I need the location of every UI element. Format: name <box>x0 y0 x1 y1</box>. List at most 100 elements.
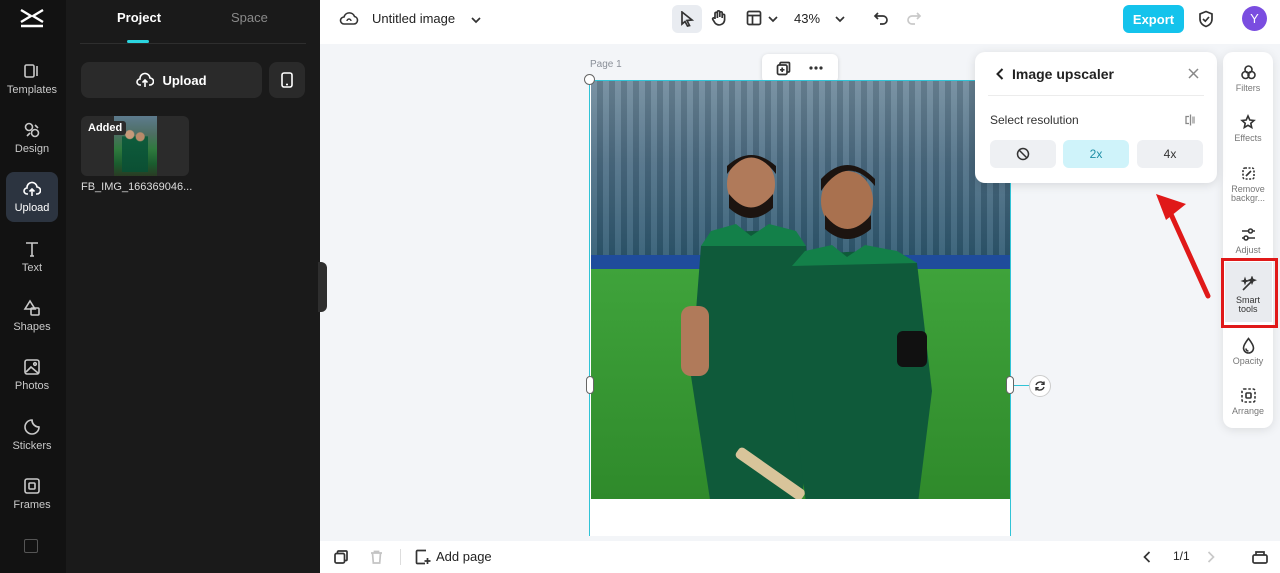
tool-remove-background[interactable]: Remove backgr... <box>1223 165 1273 203</box>
divider <box>988 95 1204 96</box>
select-resolution-label: Select resolution <box>990 113 1079 127</box>
divider <box>400 549 401 565</box>
no-upscale-icon <box>1016 147 1030 161</box>
undo-icon[interactable] <box>873 10 889 26</box>
uploaded-file-name: FB_IMG_166369046... <box>81 181 193 193</box>
resolution-4x-button[interactable]: 4x <box>1137 140 1203 168</box>
rail-item-text[interactable]: Text <box>6 232 58 282</box>
page-toolbar <box>762 54 838 83</box>
zoom-level[interactable]: 43% <box>794 11 820 26</box>
rail-item-label: Text <box>21 262 43 274</box>
capcut-logo-icon[interactable] <box>18 6 46 30</box>
back-arrow-icon[interactable] <box>995 67 1005 81</box>
upload-button[interactable]: Upload <box>81 62 262 98</box>
bottom-bar: Add page 1/1 <box>320 541 1280 573</box>
uploaded-file-thumbnail[interactable]: Added <box>81 116 189 176</box>
pages-panel-icon[interactable] <box>1252 550 1268 564</box>
redo-icon[interactable] <box>906 10 922 26</box>
shield-check-icon[interactable] <box>1198 10 1214 28</box>
chevron-down-icon[interactable] <box>834 13 846 25</box>
opacity-icon <box>1242 337 1254 354</box>
resolution-2x-button[interactable]: 2x <box>1063 140 1129 168</box>
duplicate-page-icon[interactable] <box>776 61 791 76</box>
add-page-button[interactable]: Add page <box>436 549 492 564</box>
stickers-icon <box>24 419 40 435</box>
left-rail: Templates Design Upload Text Shapes Phot… <box>0 0 66 573</box>
rotate-connector <box>1014 385 1029 386</box>
tool-label: Opacity <box>1232 356 1264 366</box>
document-title[interactable]: Untitled image <box>372 11 455 26</box>
added-badge: Added <box>84 121 127 135</box>
add-page-icon[interactable] <box>415 549 431 565</box>
tool-adjust[interactable]: Adjust <box>1223 226 1273 255</box>
upscaler-title: Image upscaler <box>1012 66 1114 82</box>
upload-from-phone-button[interactable] <box>269 62 305 98</box>
filters-icon <box>1240 65 1256 80</box>
panel-tabs: Project Space <box>80 0 306 44</box>
tool-label: Filters <box>1235 83 1261 93</box>
photo-player-right <box>792 165 932 499</box>
top-bar: Untitled image 43% Export Y <box>320 0 1280 44</box>
layout-icon[interactable] <box>746 10 762 26</box>
tool-label: Remove backgr... <box>1230 184 1266 203</box>
rail-item-upload[interactable]: Upload <box>6 172 58 222</box>
upload-panel: Project Space Upload Added FB_IMG_166369… <box>66 0 320 573</box>
rail-item-shapes[interactable]: Shapes <box>6 291 58 341</box>
hand-tool-icon[interactable] <box>710 9 728 27</box>
select-tool-button[interactable] <box>672 5 702 33</box>
compare-icon[interactable] <box>1184 114 1197 126</box>
tab-space[interactable]: Space <box>231 10 268 25</box>
delete-page-icon[interactable] <box>370 550 383 564</box>
previous-page-icon[interactable] <box>1142 550 1152 564</box>
image-upscaler-panel: Image upscaler Select resolution 2x 4x <box>975 52 1217 183</box>
close-icon[interactable] <box>1188 68 1199 79</box>
tab-project[interactable]: Project <box>117 10 161 25</box>
avatar[interactable]: Y <box>1242 6 1267 31</box>
effects-icon <box>1239 114 1256 130</box>
resize-handle-top-left[interactable] <box>584 74 595 85</box>
chevron-down-icon[interactable] <box>470 14 482 26</box>
rail-item-label: Templates <box>6 84 58 96</box>
rail-item-stickers[interactable]: Stickers <box>6 410 58 460</box>
rail-item-label: Design <box>14 143 50 155</box>
duplicate-page-icon[interactable] <box>334 550 348 564</box>
remove-background-icon <box>1241 167 1255 180</box>
chevron-down-icon[interactable] <box>767 13 779 25</box>
rail-item-frames[interactable]: Frames <box>6 469 58 519</box>
rail-item-design[interactable]: Design <box>6 113 58 163</box>
text-icon <box>26 242 38 257</box>
tool-filters[interactable]: Filters <box>1223 64 1273 93</box>
rail-item-label: Shapes <box>13 321 51 333</box>
export-button[interactable]: Export <box>1123 5 1184 33</box>
rail-item-photos[interactable]: Photos <box>6 350 58 400</box>
next-page-icon[interactable] <box>1206 550 1216 564</box>
design-icon <box>24 122 40 138</box>
templates-icon <box>24 64 38 78</box>
tool-label: Arrange <box>1231 406 1265 416</box>
phone-icon <box>281 72 293 88</box>
rail-item-templates[interactable]: Templates <box>6 54 58 104</box>
resolution-none-button[interactable] <box>990 140 1056 168</box>
annotation-arrow-icon <box>1156 194 1211 299</box>
arrange-icon <box>1240 388 1256 403</box>
cloud-sync-icon[interactable] <box>339 10 359 28</box>
upload-cloud-icon <box>23 181 41 196</box>
rotate-handle[interactable] <box>1029 375 1051 397</box>
more-options-icon[interactable] <box>809 66 823 70</box>
tool-arrange[interactable]: Arrange <box>1223 387 1273 416</box>
frames-icon <box>24 478 40 494</box>
upload-cloud-icon <box>136 72 155 87</box>
rail-item-label: Photos <box>14 380 50 392</box>
smart-tools-highlight-box <box>1221 258 1278 328</box>
tool-opacity[interactable]: Opacity <box>1223 337 1273 366</box>
tool-effects[interactable]: Effects <box>1223 114 1273 143</box>
selected-photo[interactable] <box>591 81 1010 499</box>
rail-item-label: Upload <box>14 202 50 214</box>
resize-handle-right[interactable] <box>1006 376 1014 394</box>
tool-label: Effects <box>1234 133 1262 143</box>
upload-button-label: Upload <box>162 72 207 88</box>
resize-handle-left[interactable] <box>586 376 594 394</box>
more-apps-icon[interactable] <box>24 539 38 553</box>
panel-collapse-handle[interactable] <box>318 262 327 312</box>
tool-label: Adjust <box>1235 245 1261 255</box>
